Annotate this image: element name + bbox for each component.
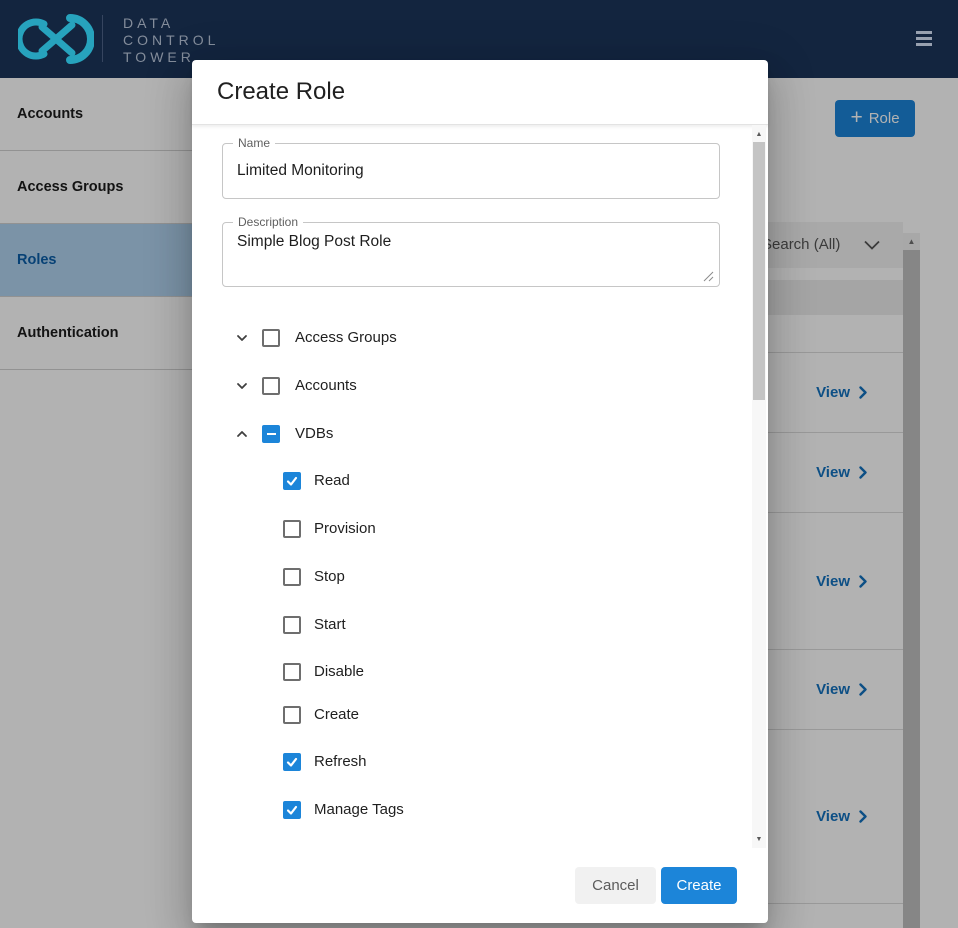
description-field: Description Simple Blog Post Role — [222, 222, 720, 287]
tree-row-read: Read — [192, 469, 732, 493]
description-field-label: Description — [233, 216, 303, 229]
dialog-footer: Cancel Create — [192, 848, 768, 923]
tree-label[interactable]: Stop — [314, 568, 345, 585]
checkbox-provision[interactable] — [283, 520, 301, 538]
logo-divider — [102, 15, 103, 62]
chevron-down-icon[interactable] — [234, 378, 250, 394]
tree-row-start: Start — [192, 613, 732, 637]
checkbox-vdbs[interactable] — [262, 425, 280, 443]
dct-logo-icon — [18, 11, 94, 67]
checkbox-create[interactable] — [283, 706, 301, 724]
dialog-title: Create Role — [217, 78, 345, 106]
tree-label[interactable]: Start — [314, 616, 346, 633]
resize-grip-icon[interactable] — [702, 270, 714, 282]
screen: DATA CONTROL TOWER Accounts Access Group… — [0, 0, 958, 928]
checkbox-stop[interactable] — [283, 568, 301, 586]
logo-line: CONTROL — [123, 32, 219, 49]
tree-label[interactable]: Refresh — [314, 753, 367, 770]
dialog-scrollbar[interactable]: ▲ ▼ — [752, 125, 766, 848]
checkbox-access-groups[interactable] — [262, 329, 280, 347]
checkbox-disable[interactable] — [283, 663, 301, 681]
logo-text: DATA CONTROL TOWER — [123, 15, 219, 66]
tree-label[interactable]: Disable — [314, 663, 364, 680]
hamburger-menu-icon[interactable] — [916, 31, 932, 46]
name-input[interactable] — [237, 144, 697, 198]
tree-row-refresh: Refresh — [192, 750, 732, 774]
checkbox-start[interactable] — [283, 616, 301, 634]
create-role-dialog: Create Role Name Description Simple Blog… — [192, 60, 768, 923]
tree-label[interactable]: Read — [314, 472, 350, 489]
logo-line: DATA — [123, 15, 219, 32]
checkbox-accounts[interactable] — [262, 377, 280, 395]
tree-label[interactable]: Create — [314, 706, 359, 723]
scroll-down-icon[interactable]: ▼ — [752, 832, 766, 846]
tree-row-disable: Disable — [192, 660, 732, 684]
cancel-button[interactable]: Cancel — [575, 867, 656, 904]
tree-row-manage-tags: Manage Tags — [192, 798, 732, 822]
chevron-up-icon[interactable] — [234, 426, 250, 442]
tree-label[interactable]: Access Groups — [295, 329, 397, 346]
tree-row-provision: Provision — [192, 517, 732, 541]
dialog-body: Name Description Simple Blog Post Role A… — [192, 125, 768, 848]
tree-label[interactable]: Manage Tags — [314, 801, 404, 818]
tree-row-stop: Stop — [192, 565, 732, 589]
dialog-scrollbar-thumb[interactable] — [753, 142, 765, 400]
tree-label[interactable]: Accounts — [295, 377, 357, 394]
checkbox-read[interactable] — [283, 472, 301, 490]
name-field: Name — [222, 143, 720, 199]
scroll-up-icon[interactable]: ▲ — [752, 127, 766, 141]
chevron-down-icon[interactable] — [234, 330, 250, 346]
dialog-header: Create Role — [192, 60, 768, 125]
description-input[interactable]: Simple Blog Post Role — [237, 233, 697, 277]
tree-row-vdbs: VDBs — [192, 422, 732, 446]
tree-label[interactable]: Provision — [314, 520, 376, 537]
checkbox-manage-tags[interactable] — [283, 801, 301, 819]
tree-label[interactable]: VDBs — [295, 425, 333, 442]
tree-row-accounts: Accounts — [192, 374, 732, 398]
checkbox-refresh[interactable] — [283, 753, 301, 771]
create-button[interactable]: Create — [661, 867, 737, 904]
tree-row-create: Create — [192, 703, 732, 727]
tree-row-access-groups: Access Groups — [192, 326, 732, 350]
